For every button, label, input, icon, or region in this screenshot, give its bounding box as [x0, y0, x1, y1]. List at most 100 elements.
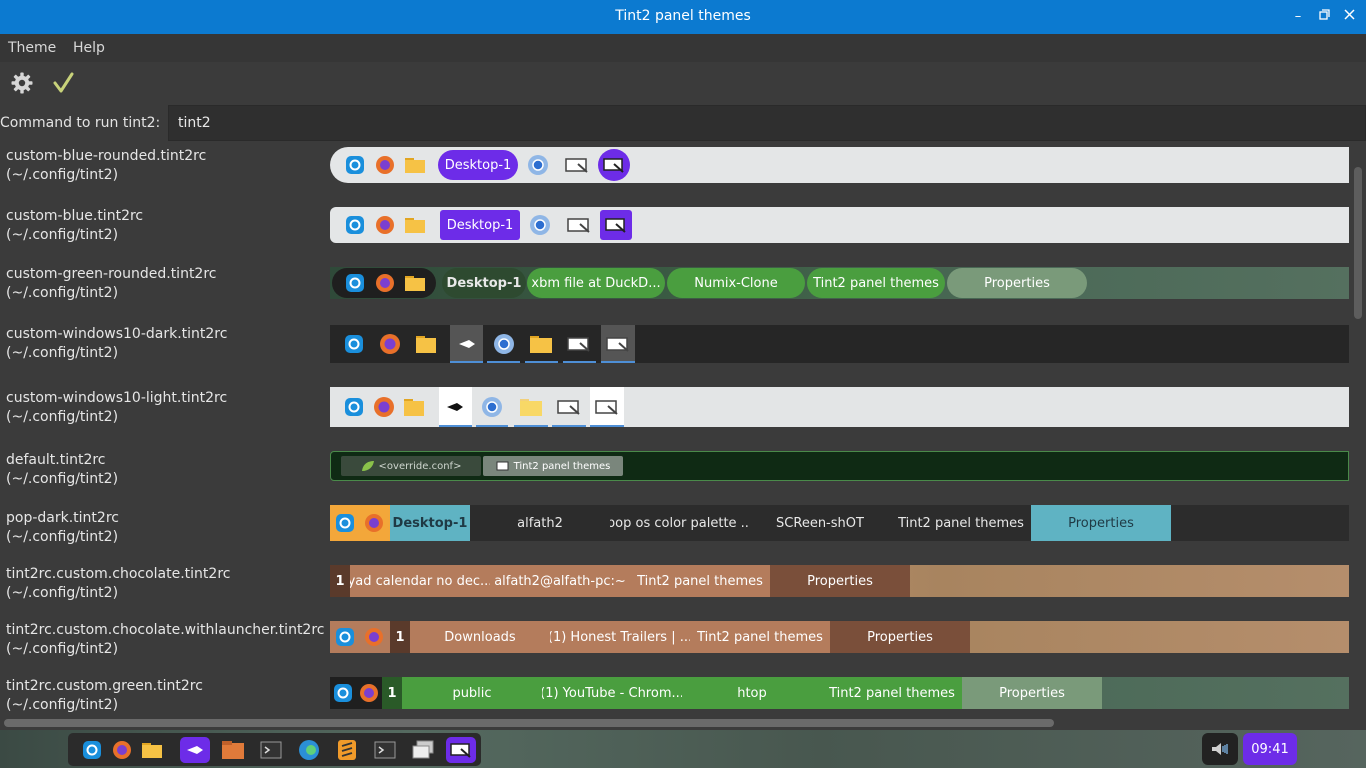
menu-theme[interactable]: Theme [8, 40, 56, 56]
task-button-active: Properties [770, 565, 910, 597]
menu-bar: Theme Help [0, 34, 1366, 62]
window-title: Tint2 panel themes [615, 8, 751, 24]
gear-icon[interactable] [10, 71, 34, 95]
desktop-button: Desktop-1 [440, 210, 520, 240]
task-button: pop os color palette ... [610, 515, 750, 531]
app-icon[interactable] [79, 737, 105, 763]
app-icon [344, 272, 366, 294]
vertical-scroll-thumb[interactable] [1354, 167, 1362, 319]
theme-name: tint2rc.custom.chocolate.tint2rc (~/.con… [6, 565, 230, 603]
theme-filename: default.tint2rc [6, 452, 106, 468]
panel-preview: Desktop-1 [330, 207, 1349, 243]
task-button-active: Properties [947, 268, 1087, 298]
theme-row[interactable]: custom-green-rounded.tint2rc (~/.config/… [0, 265, 1350, 325]
theme-row[interactable]: custom-windows10-light.tint2rc (~/.confi… [0, 387, 1350, 451]
theme-filename: custom-windows10-light.tint2rc [6, 390, 228, 406]
maximize-icon[interactable] [1315, 8, 1333, 26]
theme-name: default.tint2rc (~/.config/tint2) [6, 451, 118, 489]
launcher-icon [444, 396, 466, 418]
firefox-icon [374, 154, 396, 176]
theme-name: pop-dark.tint2rc (~/.config/tint2) [6, 509, 119, 547]
task-button: Tint2 panel themes [807, 268, 945, 298]
folder-icon [528, 332, 554, 356]
horizontal-scroll-thumb[interactable] [4, 719, 1054, 727]
theme-row[interactable]: default.tint2rc (~/.config/tint2) <overr… [0, 451, 1350, 509]
folder-icon [402, 395, 426, 419]
files-icon[interactable] [218, 737, 248, 763]
panel-preview [330, 387, 1349, 427]
close-icon[interactable] [1340, 8, 1358, 26]
task-button-active: Properties [830, 621, 970, 653]
task-indicator [514, 425, 548, 427]
task-button: (1) Honest Trailers | ... [550, 621, 690, 653]
theme-row[interactable]: custom-blue.tint2rc (~/.config/tint2) De… [0, 205, 1350, 265]
window-icon [566, 213, 592, 237]
sublime-icon[interactable] [332, 737, 362, 763]
chromium-icon [526, 153, 550, 177]
theme-filename: custom-blue-rounded.tint2rc [6, 148, 207, 164]
theme-filename: tint2rc.custom.green.tint2rc [6, 678, 203, 694]
folder-icon[interactable] [139, 737, 165, 763]
title-bar: Tint2 panel themes – [0, 0, 1366, 34]
firefox-icon[interactable] [109, 737, 135, 763]
chromium-icon [480, 395, 504, 419]
checkmark-icon[interactable] [52, 72, 74, 94]
horizontal-scrollbar[interactable] [0, 714, 1350, 730]
task-indicator [476, 425, 508, 427]
panel-preview: <override.conf> Tint2 panel themes [330, 451, 1349, 481]
task-button: Downloads [410, 621, 550, 653]
launcher-icon [456, 333, 478, 355]
firefox-icon [363, 626, 385, 648]
minimize-icon[interactable]: – [1289, 8, 1307, 26]
task-indicator [552, 425, 586, 427]
theme-row[interactable]: tint2rc.custom.green.tint2rc (~/.config/… [0, 677, 1350, 713]
taskbar [68, 733, 481, 766]
theme-row[interactable]: pop-dark.tint2rc (~/.config/tint2) Deskt… [0, 505, 1350, 565]
theme-filename: tint2rc.custom.chocolate.tint2rc [6, 566, 231, 582]
screenshot-icon[interactable] [446, 737, 476, 763]
task-button: alfath2 [517, 515, 563, 531]
volume-icon[interactable] [1202, 733, 1238, 765]
panel-preview: Desktop-1 alfath2 pop os color palette .… [330, 505, 1349, 541]
edge-icon[interactable] [294, 737, 324, 763]
task-button-active: Properties [962, 677, 1102, 709]
theme-filename: tint2rc.custom.chocolate.withlauncher.ti… [6, 622, 325, 638]
task-button: Tint2 panel themes [822, 677, 962, 709]
firefox-icon [374, 214, 396, 236]
folder-icon [414, 332, 438, 356]
theme-row[interactable]: tint2rc.custom.chocolate.tint2rc (~/.con… [0, 565, 1350, 621]
theme-name: tint2rc.custom.chocolate.withlauncher.ti… [6, 621, 325, 659]
theme-row[interactable]: custom-windows10-dark.tint2rc (~/.config… [0, 325, 1350, 387]
app-window: Tint2 panel themes – Theme Help Command … [0, 0, 1366, 730]
theme-name: tint2rc.custom.green.tint2rc (~/.config/… [6, 677, 203, 713]
theme-name: custom-blue-rounded.tint2rc (~/.config/t… [6, 147, 206, 185]
toolbar [0, 62, 1366, 104]
clock[interactable]: 09:41 [1243, 733, 1297, 765]
task-button: Tint2 panel themes [690, 621, 830, 653]
task-button: Tint2 panel themes [630, 565, 770, 597]
app-icon [342, 332, 366, 356]
window-icon [556, 395, 582, 419]
task-indicator [487, 361, 520, 363]
terminal-icon[interactable] [256, 737, 286, 763]
vertical-scrollbar[interactable] [1350, 145, 1366, 713]
theme-path: (~/.config/tint2) [6, 227, 119, 243]
window-icon[interactable] [408, 737, 438, 763]
menu-help[interactable]: Help [73, 40, 105, 56]
launcher-icon[interactable] [180, 737, 210, 763]
firefox-icon [378, 332, 402, 356]
theme-row[interactable]: custom-blue-rounded.tint2rc (~/.config/t… [0, 145, 1350, 205]
desktop-button: Desktop-1 [442, 268, 526, 298]
theme-row[interactable]: tint2rc.custom.chocolate.withlauncher.ti… [0, 621, 1350, 677]
task-button: (1) YouTube - Chrom... [542, 677, 682, 709]
terminal-icon[interactable] [370, 737, 400, 763]
theme-name: custom-windows10-light.tint2rc (~/.confi… [6, 389, 227, 427]
theme-path: (~/.config/tint2) [6, 697, 119, 713]
panel-preview [330, 325, 1349, 363]
theme-filename: custom-blue.tint2rc [6, 208, 144, 224]
command-input[interactable] [168, 105, 1366, 141]
window-icon [496, 461, 509, 471]
theme-path: (~/.config/tint2) [6, 471, 119, 487]
panel-preview: 1 Downloads (1) Honest Trailers | ... Ti… [330, 621, 1349, 653]
window-icon [566, 332, 592, 356]
